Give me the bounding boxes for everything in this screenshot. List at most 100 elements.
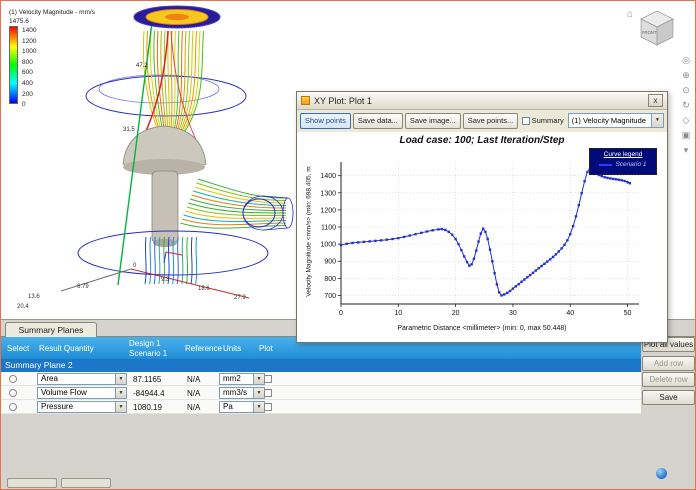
pan-icon[interactable]: ⊕	[682, 70, 690, 80]
select-radio[interactable]	[9, 389, 17, 397]
svg-text:20: 20	[452, 310, 460, 317]
legend-colorbar	[9, 26, 18, 104]
legend-tick: 600	[22, 69, 33, 76]
col-units: Units	[223, 344, 242, 353]
bottom-tab[interactable]	[61, 478, 111, 488]
legend-max-value: 1475.6	[9, 18, 29, 25]
save-data-button[interactable]: Save data...	[352, 112, 403, 129]
result-quantity-combo[interactable]: Pressure ▼	[37, 401, 127, 413]
quantity-select[interactable]: (1) Velocity Magnitude ▼	[567, 113, 664, 128]
home-icon[interactable]: ⌂	[627, 9, 633, 20]
legend-title: (1) Velocity Magnitude - mm/s	[9, 9, 95, 16]
units-combo[interactable]: mm3/s ▼	[219, 387, 265, 399]
combo-value: Volume Flow	[41, 388, 87, 397]
combo-value: mm2	[223, 374, 241, 383]
app-window: 0 9.3 18.6 27.9 6.79 13.6 20.4 47.2 31.5…	[0, 0, 696, 490]
col-result-quantity: Result Quantity	[39, 344, 94, 353]
plot-checkbox[interactable]	[264, 375, 272, 383]
chevron-down-icon: ▼	[115, 388, 126, 398]
save-image-button[interactable]: Save image...	[404, 112, 461, 129]
legend-tick: 0	[22, 101, 26, 108]
curve-legend: Curve legend Scenario 1	[589, 148, 657, 175]
velocity-legend: (1) Velocity Magnitude - mm/s 1475.6 140…	[9, 9, 121, 108]
legend-tick: 200	[22, 90, 33, 98]
svg-text:900: 900	[324, 259, 336, 266]
streamlines-inlet	[142, 30, 204, 138]
col-design: Design 1	[129, 339, 161, 348]
svg-text:1000: 1000	[320, 242, 336, 249]
plot-checkbox[interactable]	[264, 389, 272, 397]
chevron-down-icon: ▼	[253, 402, 264, 412]
tab-summary-planes[interactable]: Summary Planes	[5, 322, 97, 337]
result-quantity-combo[interactable]: Area ▼	[37, 373, 127, 385]
col-scenario: Scenario 1	[129, 349, 168, 358]
xy-plot-titlebar[interactable]: XY Plot: Plot 1 x	[297, 92, 667, 110]
close-button[interactable]: x	[648, 94, 663, 107]
chevron-down-icon: ▼	[115, 402, 126, 412]
summary-checkbox[interactable]	[522, 116, 530, 125]
units-combo[interactable]: Pa ▼	[219, 401, 265, 413]
table-body: Area ▼ 87.1165 N/A mm2 ▼ Volume Flow ▼ -…	[1, 372, 641, 414]
axis-tick-r3: 27.9	[234, 295, 246, 301]
viewport-3d[interactable]: 0 9.3 18.6 27.9 6.79 13.6 20.4 47.2 31.5…	[1, 1, 301, 319]
svg-text:700: 700	[324, 293, 336, 300]
legend-tick: 1000	[22, 48, 37, 55]
inlet-disk	[133, 5, 221, 29]
xy-plot-toolbar: Show points Save data... Save image... S…	[297, 110, 667, 131]
y-axis-title: Velocity Magnitude <mm/s> (min: 698.405,…	[305, 166, 313, 297]
select-radio[interactable]	[9, 375, 17, 383]
svg-text:10: 10	[394, 310, 402, 317]
look-at-icon[interactable]: ◇	[683, 115, 690, 125]
chevron-down-icon: ▼	[115, 374, 126, 384]
svg-text:1300: 1300	[320, 190, 336, 197]
show-points-button[interactable]: Show points	[300, 112, 351, 129]
svg-text:40: 40	[566, 310, 574, 317]
xy-plot-window: XY Plot: Plot 1 x Show points Save data.…	[296, 91, 668, 343]
chevron-down-icon: ▼	[253, 374, 264, 384]
select-radio[interactable]	[9, 403, 17, 411]
plot-window-icon	[301, 96, 310, 105]
chart-title: Load case: 100; Last Iteration/Step	[399, 135, 565, 146]
delete-row-button[interactable]: Delete row	[642, 372, 695, 387]
curve-legend-title: Curve legend	[603, 151, 643, 158]
axis-tick-r2: 18.6	[198, 286, 210, 292]
viewcube-settings-icon[interactable]: ▣	[682, 130, 691, 140]
status-sphere-icon[interactable]	[656, 468, 667, 479]
legend-line-sample	[599, 163, 613, 166]
col-select: Select	[7, 344, 30, 353]
full-navigation-wheel-icon[interactable]: ◎	[682, 55, 690, 65]
svg-text:30: 30	[509, 310, 517, 317]
orbit-icon[interactable]: ↻	[682, 100, 690, 110]
table-row: Pressure ▼ 1080.19 N/A Pa ▼	[1, 400, 641, 414]
svg-text:1400: 1400	[320, 173, 336, 180]
value-cell: -84944.4	[133, 389, 165, 398]
plot-checkbox[interactable]	[264, 403, 272, 411]
bottom-tab[interactable]	[7, 478, 57, 488]
value-cell: 1080.19	[133, 403, 162, 412]
view-cube[interactable]: FRONT	[635, 5, 679, 49]
table-row: Area ▼ 87.1165 N/A mm2 ▼	[1, 372, 641, 386]
legend-tick: 400	[22, 80, 33, 87]
legend-tick: 1200	[22, 37, 37, 45]
more-options-icon[interactable]: ▾	[684, 145, 689, 155]
summary-planes-panel: Summary Planes Select Result Quantity De…	[1, 319, 695, 489]
legend-entry-scenario-1: Scenario 1	[615, 161, 647, 168]
add-row-button[interactable]: Add row	[642, 356, 695, 371]
chevron-down-icon: ▼	[651, 114, 663, 127]
svg-text:0: 0	[339, 310, 343, 317]
units-combo[interactable]: mm2 ▼	[219, 373, 265, 385]
col-reference: Reference	[185, 344, 222, 353]
x-axis-title: Parametric Distance <millimeter> (min: 0…	[397, 325, 567, 332]
chevron-down-icon: ▼	[253, 388, 264, 398]
navigation-toolbar: ◎ ⊕ ⊙ ↻ ◇ ▣ ▾	[679, 55, 693, 155]
axis-tick-l2: 13.6	[28, 294, 40, 300]
parametric-label-upper: 47.2	[136, 63, 148, 69]
zoom-icon[interactable]: ⊙	[682, 85, 690, 95]
save-button[interactable]: Save	[642, 390, 695, 405]
svg-text:800: 800	[324, 276, 336, 283]
summary-checkbox-label: Summary	[531, 116, 564, 125]
result-quantity-combo[interactable]: Volume Flow ▼	[37, 387, 127, 399]
save-points-button[interactable]: Save points...	[462, 112, 519, 129]
table-row: Volume Flow ▼ -84944.4 N/A mm3/s ▼	[1, 386, 641, 400]
axis-tick-l3: 20.4	[17, 304, 29, 310]
